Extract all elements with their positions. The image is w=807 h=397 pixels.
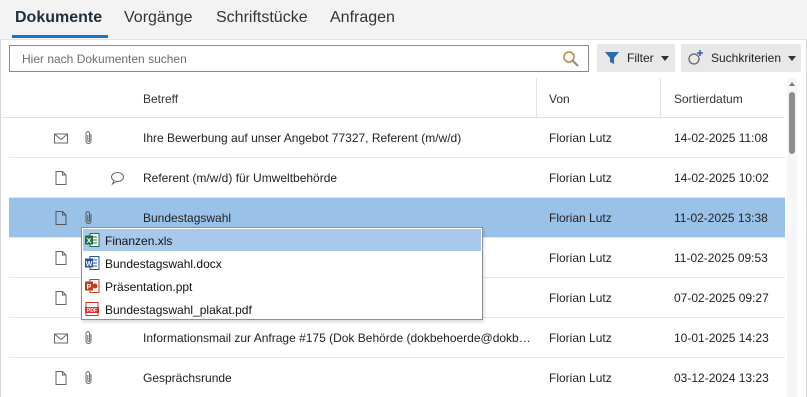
filter-icon <box>605 52 619 64</box>
paperclip-icon <box>85 331 92 344</box>
row-datum: 07-02-2025 09:27 <box>674 291 769 305</box>
svg-text:P: P <box>87 284 92 291</box>
row-betreff: Bundestagswahl <box>143 211 232 225</box>
excel-icon: X <box>85 233 100 247</box>
row-betreff: Informationsmail zur Anfrage #175 (Dok B… <box>143 331 535 345</box>
scroll-up-arrow-icon[interactable] <box>789 82 795 86</box>
svg-text:PDF: PDF <box>87 308 97 314</box>
scrollbar-thumb[interactable] <box>789 92 795 154</box>
attachment-name: Bundestagswahl.docx <box>105 257 222 271</box>
chevron-down-icon <box>660 55 669 61</box>
tab-anfragen[interactable]: Anfragen <box>330 9 395 27</box>
active-tab-indicator <box>12 35 108 38</box>
attachment-item[interactable]: X Finanzen.xls <box>83 229 481 251</box>
word-icon: W <box>85 256 100 270</box>
attachment-item[interactable]: PDF Bundestagswahl_plakat.pdf <box>83 298 481 320</box>
column-divider[interactable] <box>536 78 537 118</box>
attachment-name: Finanzen.xls <box>105 234 173 248</box>
row-von: Florian Lutz <box>549 371 612 385</box>
filter-button[interactable]: Filter <box>597 44 675 72</box>
attachment-item[interactable]: P Präsentation.ppt <box>83 275 481 297</box>
document-icon <box>55 171 67 185</box>
suchkriterien-button-label: Suchkriterien <box>711 51 782 65</box>
column-header-sortierdatum[interactable]: Sortierdatum <box>674 92 743 106</box>
add-criteria-icon <box>688 50 703 65</box>
row-datum: 14-02-2025 11:08 <box>674 131 768 145</box>
row-betreff: Ihre Bewerbung auf unser Angebot 77327, … <box>143 131 462 145</box>
document-icon <box>55 371 67 385</box>
search-input[interactable] <box>10 46 555 71</box>
row-datum: 14-02-2025 10:02 <box>674 171 769 185</box>
paperclip-icon <box>85 131 92 144</box>
row-datum: 11-02-2025 09:53 <box>674 251 768 265</box>
row-von: Florian Lutz <box>549 211 612 225</box>
tab-bar: Dokumente Vorgänge Schriftstücke Anfrage… <box>0 0 807 40</box>
row-von: Florian Lutz <box>549 131 612 145</box>
mail-icon <box>54 333 68 344</box>
paperclip-icon <box>85 371 92 384</box>
svg-text:W: W <box>86 261 93 268</box>
table-row[interactable]: Ihre Bewerbung auf unser Angebot 77327, … <box>9 118 785 158</box>
column-header-betreff[interactable]: Betreff <box>143 92 178 106</box>
tab-vorgaenge[interactable]: Vorgänge <box>124 9 193 27</box>
row-datum: 03-12-2024 13:23 <box>674 371 769 385</box>
row-von: Florian Lutz <box>549 331 612 345</box>
column-header-von[interactable]: Von <box>549 92 570 106</box>
table-row[interactable]: Informationsmail zur Anfrage #175 (Dok B… <box>9 318 785 358</box>
document-icon <box>55 291 67 305</box>
attachment-name: Präsentation.ppt <box>105 280 193 294</box>
row-datum: 11-02-2025 13:38 <box>674 211 768 225</box>
tab-dokumente[interactable]: Dokumente <box>15 9 102 27</box>
document-icon <box>55 251 67 265</box>
column-divider[interactable] <box>660 78 661 118</box>
row-von: Florian Lutz <box>549 251 612 265</box>
svg-text:X: X <box>87 238 92 245</box>
mail-icon <box>54 133 68 144</box>
pdf-icon: PDF <box>85 302 99 316</box>
attachment-name: Bundestagswahl_plakat.pdf <box>105 303 252 317</box>
comment-icon <box>111 172 124 186</box>
attachments-popup: X Finanzen.xls W Bundestagswahl.docx P P… <box>81 227 483 320</box>
row-von: Florian Lutz <box>549 291 612 305</box>
tab-schriftstuecke[interactable]: Schriftstücke <box>216 9 308 27</box>
document-icon <box>55 211 67 225</box>
table-header: Betreff Von Sortierdatum <box>0 78 785 118</box>
row-betreff: Gesprächsrunde <box>143 371 232 385</box>
table-row[interactable]: Referent (m/w/d) für Umweltbehörde Flori… <box>9 158 785 198</box>
search-icon[interactable] <box>562 50 580 68</box>
row-betreff: Referent (m/w/d) für Umweltbehörde <box>143 171 338 185</box>
row-datum: 10-01-2025 14:23 <box>674 331 769 345</box>
powerpoint-icon: P <box>85 279 100 293</box>
chevron-down-icon <box>788 55 797 61</box>
row-von: Florian Lutz <box>549 171 612 185</box>
paperclip-icon[interactable] <box>81 210 97 226</box>
attachment-item[interactable]: W Bundestagswahl.docx <box>83 252 481 274</box>
suchkriterien-button[interactable]: Suchkriterien <box>681 44 801 72</box>
search-box <box>9 45 589 72</box>
filter-button-label: Filter <box>627 51 654 65</box>
table-row[interactable]: Gesprächsrunde Florian Lutz 03-12-2024 1… <box>9 358 785 397</box>
